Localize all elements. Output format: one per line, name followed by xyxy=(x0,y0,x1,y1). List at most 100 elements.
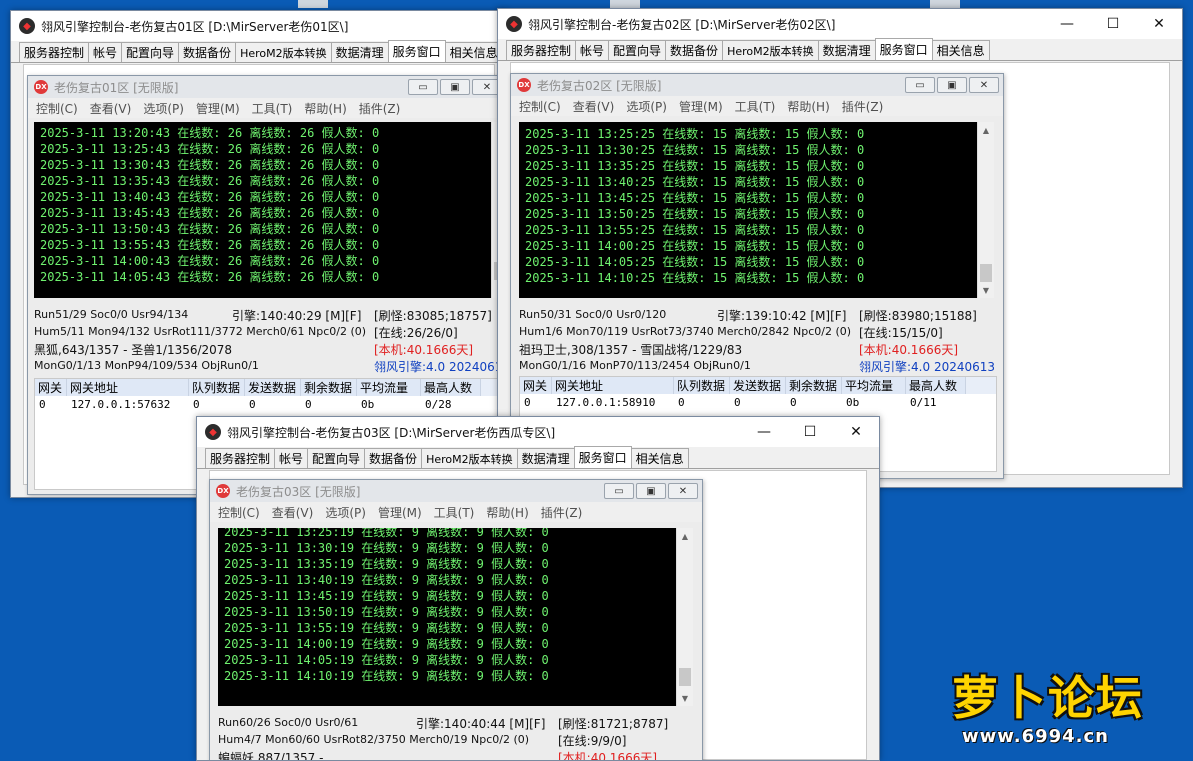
col-gateway[interactable]: 网关 xyxy=(520,377,552,394)
menu-view[interactable]: 查看(V) xyxy=(272,504,314,521)
scrollbar-thumb[interactable] xyxy=(980,264,992,282)
scroll-down-arrow[interactable]: ▼ xyxy=(978,282,994,298)
menu-tools[interactable]: 工具(T) xyxy=(735,98,776,115)
window-titlebar[interactable]: ◆ 翎风引擎控制台-老伤复古03区 [D:\MirServer老伤西瓜专区\] … xyxy=(197,417,879,447)
menu-tools[interactable]: 工具(T) xyxy=(252,100,293,117)
table-row[interactable]: 0 127.0.0.1:57632 0 0 0 0b 0/28 xyxy=(35,396,498,413)
menu-manage[interactable]: 管理(M) xyxy=(196,100,240,117)
game-server-window-03[interactable]: DX 老伤复古03区 [无限版] ▭ ▣ ✕ 控制(C) 查看(V) 选项(P)… xyxy=(209,479,703,760)
server-minimize-button[interactable]: ▭ xyxy=(408,79,438,95)
menu-control[interactable]: 控制(C) xyxy=(36,100,78,117)
col-sent[interactable]: 发送数据 xyxy=(730,377,786,394)
menu-manage[interactable]: 管理(M) xyxy=(679,98,723,115)
server-restore-button[interactable]: ▣ xyxy=(636,483,666,499)
col-remaining[interactable]: 剩余数据 xyxy=(786,377,842,394)
tab-data-backup[interactable]: 数据备份 xyxy=(665,40,724,60)
tab-server-control[interactable]: 服务器控制 xyxy=(205,448,276,468)
tab-service-window[interactable]: 服务窗口 xyxy=(874,38,933,60)
menu-plugins[interactable]: 插件(Z) xyxy=(842,98,884,115)
status-panel: Run50/31 Soc0/0 Usr0/120 引擎:139:10:42 [M… xyxy=(519,308,999,378)
menu-options[interactable]: 选项(P) xyxy=(626,98,667,115)
tab-data-backup[interactable]: 数据备份 xyxy=(364,448,423,468)
server-titlebar[interactable]: DX 老伤复古03区 [无限版] ▭ ▣ ✕ xyxy=(210,480,702,502)
col-gateway-address[interactable]: 网关地址 xyxy=(552,377,674,394)
server-restore-button[interactable]: ▣ xyxy=(440,79,470,95)
close-button[interactable]: ✕ xyxy=(1136,9,1182,39)
tab-server-control[interactable]: 服务器控制 xyxy=(506,40,577,60)
menu-help[interactable]: 帮助(H) xyxy=(486,504,528,521)
menu-help[interactable]: 帮助(H) xyxy=(304,100,346,117)
tab-service-window[interactable]: 服务窗口 xyxy=(387,40,446,62)
tab-herom2-convert[interactable]: HeroM2版本转换 xyxy=(421,448,518,468)
menu-help[interactable]: 帮助(H) xyxy=(787,98,829,115)
close-button[interactable]: ✕ xyxy=(833,417,879,447)
server-close-button[interactable]: ✕ xyxy=(969,77,999,93)
menu-options[interactable]: 选项(P) xyxy=(143,100,184,117)
minimize-button[interactable]: — xyxy=(1044,9,1090,39)
menu-tools[interactable]: 工具(T) xyxy=(434,504,475,521)
col-remaining[interactable]: 剩余数据 xyxy=(301,379,357,396)
menu-plugins[interactable]: 插件(Z) xyxy=(359,100,401,117)
col-queue[interactable]: 队列数据 xyxy=(674,377,730,394)
tab-service-window[interactable]: 服务窗口 xyxy=(573,446,632,468)
menu-control[interactable]: 控制(C) xyxy=(519,98,561,115)
server-close-button[interactable]: ✕ xyxy=(668,483,698,499)
menu-view[interactable]: 查看(V) xyxy=(90,100,132,117)
log-console[interactable]: 2025-3-11 13:25:19 在线数: 9 离线数: 9 假人数: 0 … xyxy=(218,528,676,706)
col-queue[interactable]: 队列数据 xyxy=(189,379,245,396)
scroll-up-arrow[interactable]: ▲ xyxy=(677,528,693,544)
server-titlebar[interactable]: DX 老伤复古02区 [无限版] ▭ ▣ ✕ xyxy=(511,74,1003,96)
col-avg-flow[interactable]: 平均流量 xyxy=(357,379,421,396)
tab-server-control[interactable]: 服务器控制 xyxy=(19,42,90,62)
server-minimize-button[interactable]: ▭ xyxy=(905,77,935,93)
tab-data-cleanup[interactable]: 数据清理 xyxy=(817,40,876,60)
tab-account[interactable]: 帐号 xyxy=(274,448,309,468)
server-restore-button[interactable]: ▣ xyxy=(937,77,967,93)
col-max-users[interactable]: 最高人数 xyxy=(906,377,966,394)
table-row[interactable]: 0 127.0.0.1:58910 0 0 0 0b 0/11 xyxy=(520,394,996,411)
log-console[interactable]: 2025-3-11 13:25:25 在线数: 15 离线数: 15 假人数: … xyxy=(519,122,977,298)
tab-related-info[interactable]: 相关信息 xyxy=(931,40,990,60)
log-line: 2025-3-11 13:35:25 在线数: 15 离线数: 15 假人数: … xyxy=(525,159,865,173)
tab-herom2-convert[interactable]: HeroM2版本转换 xyxy=(722,40,819,60)
server-titlebar[interactable]: DX 老伤复古01区 [无限版] ▭ ▣ ✕ xyxy=(28,76,506,98)
menu-options[interactable]: 选项(P) xyxy=(325,504,366,521)
col-gateway[interactable]: 网关 xyxy=(35,379,67,396)
menu-manage[interactable]: 管理(M) xyxy=(378,504,422,521)
tab-related-info[interactable]: 相关信息 xyxy=(630,448,689,468)
server-minimize-button[interactable]: ▭ xyxy=(604,483,634,499)
log-scrollbar[interactable]: ▲ ▼ xyxy=(977,122,994,298)
tab-related-info[interactable]: 相关信息 xyxy=(444,42,503,62)
col-max-users[interactable]: 最高人数 xyxy=(421,379,481,396)
control-console-window-03[interactable]: ◆ 翎风引擎控制台-老伤复古03区 [D:\MirServer老伤西瓜专区\] … xyxy=(196,416,880,761)
col-sent[interactable]: 发送数据 xyxy=(245,379,301,396)
menu-plugins[interactable]: 插件(Z) xyxy=(541,504,583,521)
minimize-button[interactable]: — xyxy=(741,417,787,447)
log-console[interactable]: 2025-3-11 13:20:43 在线数: 26 离线数: 26 假人数: … xyxy=(34,122,491,298)
menu-control[interactable]: 控制(C) xyxy=(218,504,260,521)
tab-account[interactable]: 帐号 xyxy=(575,40,610,60)
scrollbar-thumb[interactable] xyxy=(679,668,691,686)
engine-app-icon: ◆ xyxy=(19,18,35,34)
tab-data-cleanup[interactable]: 数据清理 xyxy=(330,42,389,62)
tab-config-wizard[interactable]: 配置向导 xyxy=(307,448,366,468)
window-titlebar[interactable]: ◆ 翎风引擎控制台-老伤复古02区 [D:\MirServer老伤02区\] —… xyxy=(498,9,1182,39)
tab-config-wizard[interactable]: 配置向导 xyxy=(608,40,667,60)
tab-herom2-convert[interactable]: HeroM2版本转换 xyxy=(235,42,332,62)
col-avg-flow[interactable]: 平均流量 xyxy=(842,377,906,394)
tab-config-wizard[interactable]: 配置向导 xyxy=(121,42,180,62)
log-scrollbar[interactable]: ▲ ▼ xyxy=(676,528,693,706)
maximize-button[interactable]: ☐ xyxy=(787,417,833,447)
tab-data-cleanup[interactable]: 数据清理 xyxy=(516,448,575,468)
tab-data-backup[interactable]: 数据备份 xyxy=(178,42,237,62)
grid-header: 网关 网关地址 队列数据 发送数据 剩余数据 平均流量 最高人数 xyxy=(35,379,498,396)
log-line: 2025-3-11 13:35:19 在线数: 9 离线数: 9 假人数: 0 xyxy=(224,557,549,571)
log-line: 2025-3-11 13:40:43 在线数: 26 离线数: 26 假人数: … xyxy=(40,190,380,204)
col-gateway-address[interactable]: 网关地址 xyxy=(67,379,189,396)
maximize-button[interactable]: ☐ xyxy=(1090,9,1136,39)
scroll-up-arrow[interactable]: ▲ xyxy=(978,122,994,138)
menu-view[interactable]: 查看(V) xyxy=(573,98,615,115)
tab-account[interactable]: 帐号 xyxy=(88,42,123,62)
window-titlebar[interactable]: ◆ 翎风引擎控制台-老伤复古01区 [D:\MirServer老伤01区\] xyxy=(11,11,507,41)
scroll-down-arrow[interactable]: ▼ xyxy=(677,690,693,706)
